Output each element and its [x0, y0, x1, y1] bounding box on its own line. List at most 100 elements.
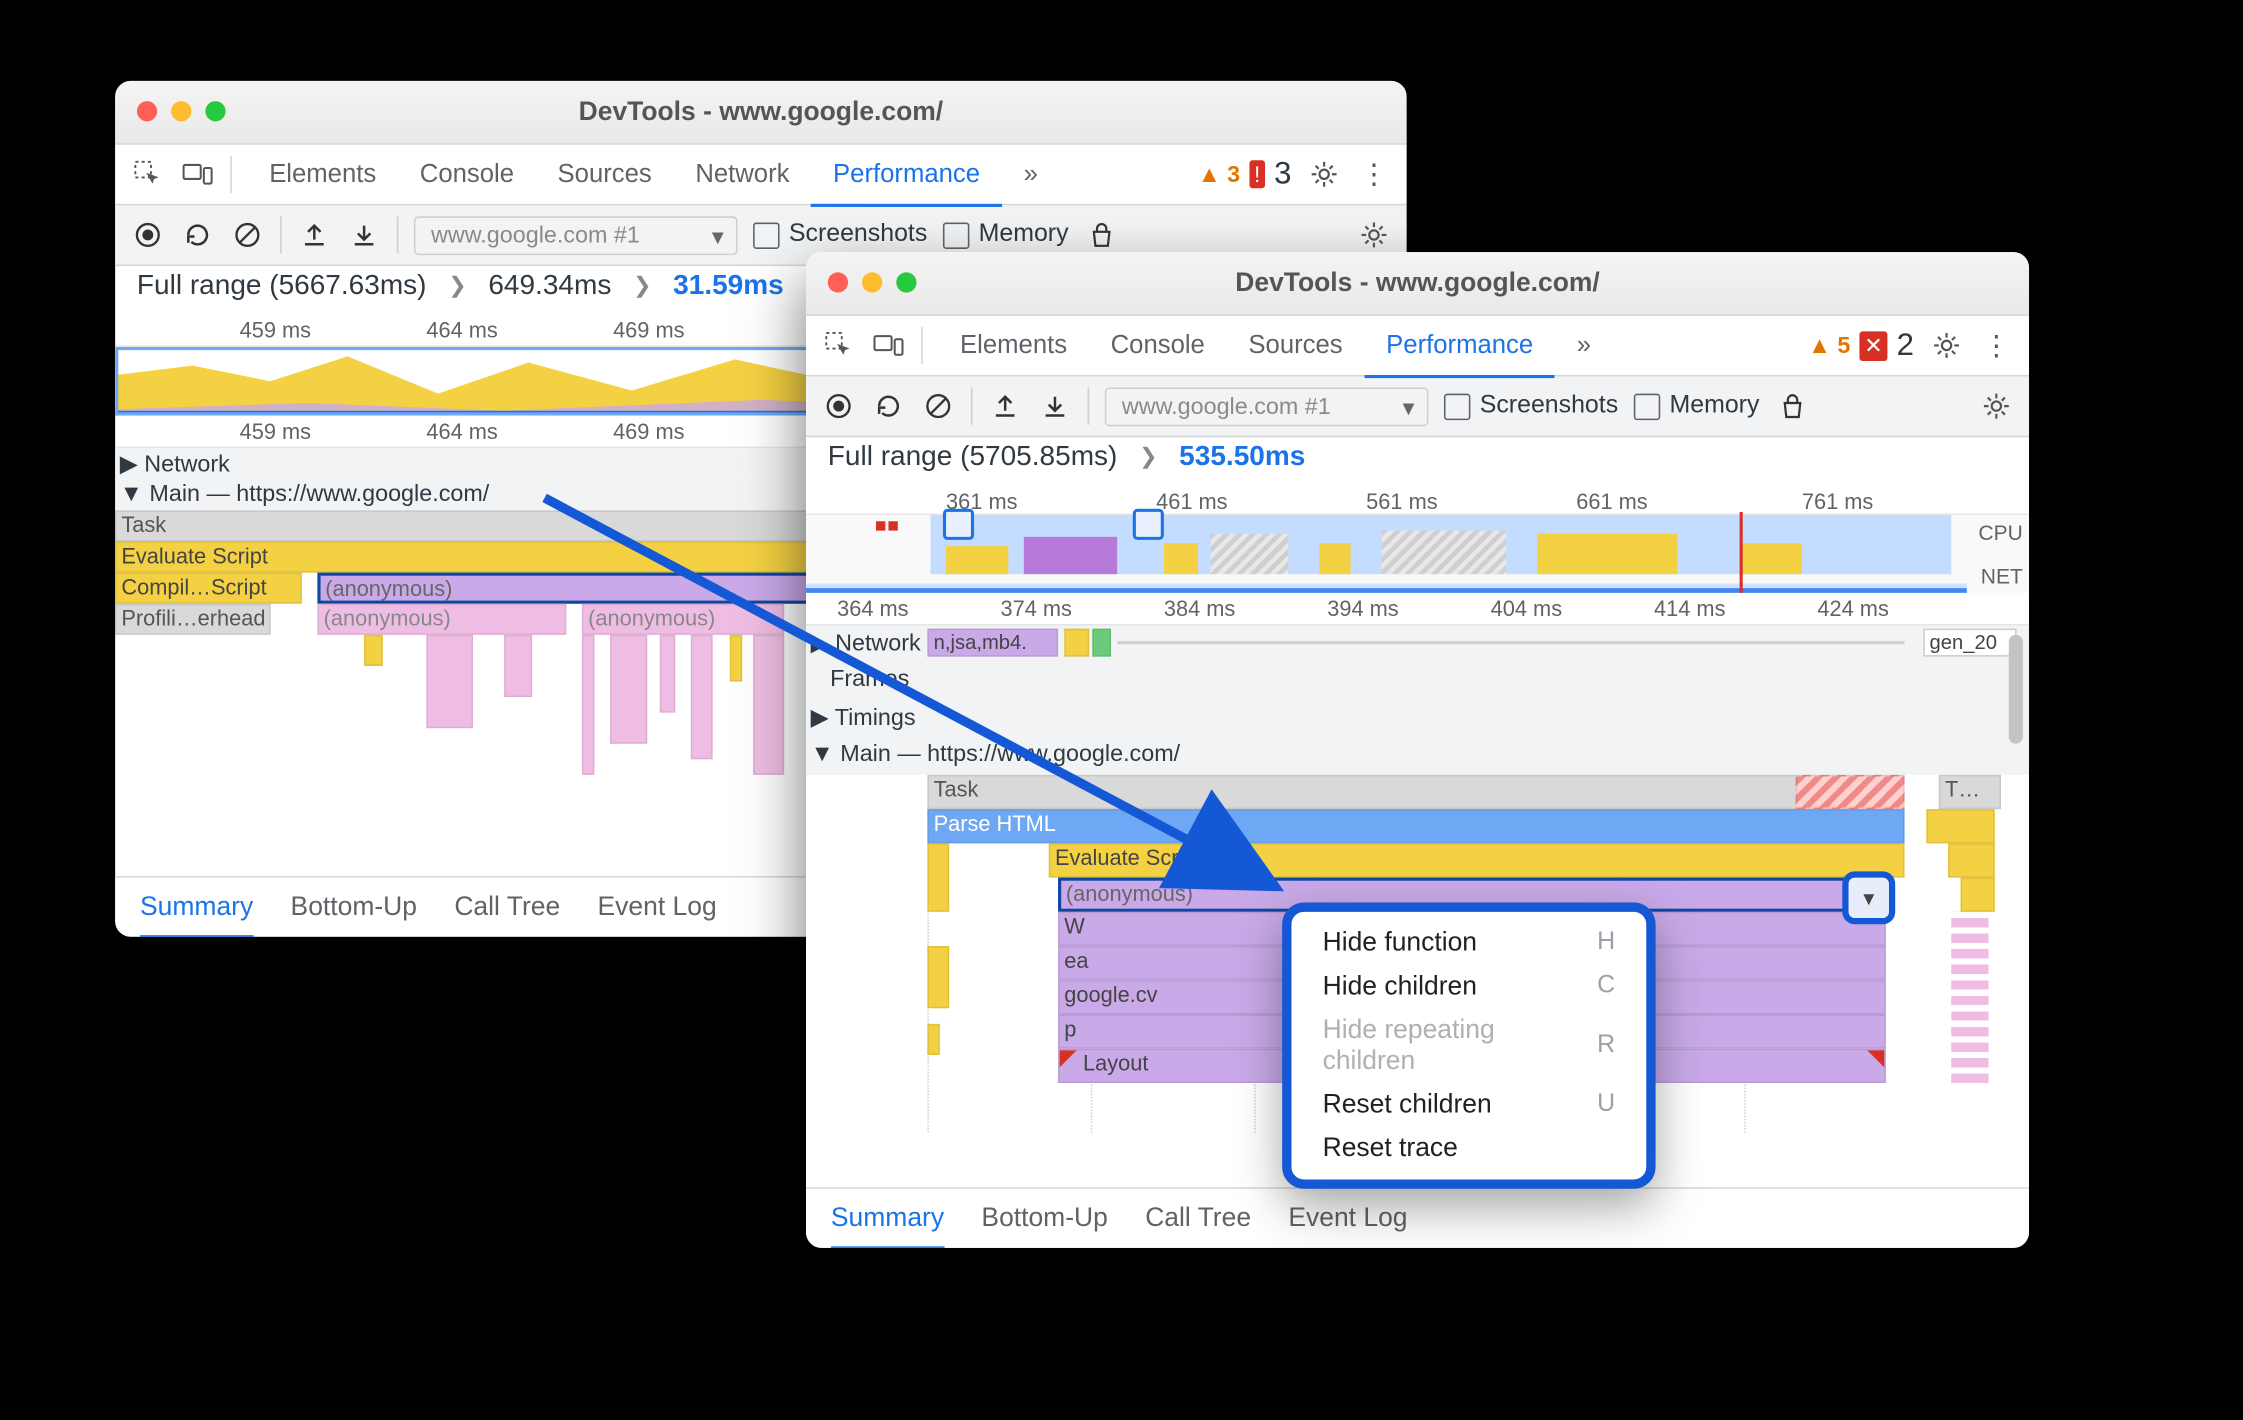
tab-bottomup[interactable]: Bottom-Up	[291, 892, 417, 923]
tab-eventlog[interactable]: Event Log	[1288, 1203, 1407, 1234]
crumb-full[interactable]: Full range (5667.63ms)	[137, 269, 427, 302]
flame-row-menu-button[interactable]: ▾	[1842, 871, 1895, 924]
track-main[interactable]: ▼ Main — https://www.google.com/	[120, 481, 489, 507]
kebab-icon[interactable]: ⋮	[1979, 328, 2013, 362]
tab-summary[interactable]: Summary	[831, 1202, 944, 1248]
recording-select[interactable]: www.google.com #1	[1105, 387, 1429, 426]
tab-console[interactable]: Console	[1089, 316, 1227, 375]
titlebar: DevTools - www.google.com/	[806, 252, 2029, 316]
traffic-lights	[137, 101, 226, 121]
cpu-overview[interactable]: CPU NET	[806, 515, 2029, 593]
chevron-right-icon: ❯	[633, 272, 651, 298]
scrollbar-thumb[interactable]	[2009, 635, 2023, 744]
clear-icon[interactable]	[921, 389, 955, 423]
menu-reset-trace[interactable]: Reset trace	[1298, 1127, 1640, 1171]
flame-task: Task	[927, 775, 1904, 809]
crumb-mid[interactable]: 649.34ms	[488, 269, 611, 302]
gear-icon[interactable]	[1307, 157, 1341, 191]
tab-summary[interactable]: Summary	[140, 891, 253, 937]
zoom-dot[interactable]	[896, 272, 916, 292]
flame-prof: Profili…erhead	[115, 604, 271, 635]
min-dot[interactable]	[171, 101, 191, 121]
tab-bottomup[interactable]: Bottom-Up	[981, 1203, 1107, 1234]
flame-anon: (anonymous)	[317, 604, 566, 635]
tab-calltree[interactable]: Call Tree	[1145, 1203, 1251, 1234]
details-tabs: Summary Bottom-Up Call Tree Event Log	[806, 1187, 2029, 1248]
tab-elements[interactable]: Elements	[247, 145, 398, 204]
traffic-lights	[828, 272, 917, 292]
tab-network[interactable]: Network	[674, 145, 812, 204]
tab-performance[interactable]: Performance	[1364, 315, 1555, 377]
close-dot[interactable]	[137, 101, 157, 121]
recording-select[interactable]: www.google.com #1	[414, 216, 738, 255]
record-icon[interactable]	[131, 218, 165, 252]
overview-handle-right[interactable]	[1133, 509, 1164, 540]
flame-eval: Evaluate Script	[1049, 843, 1905, 877]
record-icon[interactable]	[822, 389, 856, 423]
flame-compile: Compil…Script	[115, 573, 302, 604]
gc-icon[interactable]	[1084, 218, 1118, 252]
tab-performance[interactable]: Performance	[811, 144, 1002, 206]
gear-icon[interactable]	[1357, 218, 1391, 252]
kebab-icon[interactable]: ⋮	[1357, 157, 1391, 191]
track-frames[interactable]: Frames	[811, 666, 910, 692]
issue-counts[interactable]: ▲5 ✕2	[1808, 328, 1914, 364]
upload-icon[interactable]	[988, 389, 1022, 423]
device-icon[interactable]	[180, 157, 214, 191]
min-dot[interactable]	[862, 272, 882, 292]
chevron-right-icon: ❯	[1139, 443, 1157, 469]
flame-anon: (anonymous)	[582, 604, 784, 635]
memory-checkbox[interactable]: Memory	[1634, 392, 1760, 420]
inspect-icon[interactable]	[822, 328, 856, 362]
upload-icon[interactable]	[297, 218, 331, 252]
screenshots-checkbox[interactable]: Screenshots	[1444, 392, 1618, 420]
tab-calltree[interactable]: Call Tree	[454, 892, 560, 923]
tab-eventlog[interactable]: Event Log	[598, 892, 717, 923]
cpu-label: CPU	[1978, 521, 2022, 544]
net-item: n,jsa,mb4.	[927, 629, 1058, 657]
titlebar: DevTools - www.google.com/	[115, 81, 1406, 145]
menu-hide-children[interactable]: Hide childrenC	[1298, 965, 1640, 1009]
menu-hide-function[interactable]: Hide functionH	[1298, 921, 1640, 965]
download-icon[interactable]	[347, 218, 381, 252]
crumb-current: 31.59ms	[673, 269, 784, 302]
gear-icon[interactable]	[1929, 328, 1963, 362]
issue-counts[interactable]: ▲3 !3	[1198, 156, 1292, 192]
download-icon[interactable]	[1038, 389, 1072, 423]
clear-icon[interactable]	[230, 218, 264, 252]
flame-context-menu: Hide functionH Hide childrenC Hide repea…	[1282, 902, 1655, 1188]
track-main[interactable]: ▼ Main — https://www.google.com/	[811, 741, 1180, 767]
inspect-icon[interactable]	[131, 157, 165, 191]
track-network[interactable]: ▶ Network n,jsa,mb4. gen_20	[806, 626, 2029, 663]
tab-elements[interactable]: Elements	[938, 316, 1089, 375]
reload-icon[interactable]	[871, 389, 905, 423]
tab-sources[interactable]: Sources	[1227, 316, 1365, 375]
gc-icon[interactable]	[1775, 389, 1809, 423]
tab-console[interactable]: Console	[398, 145, 536, 204]
flame-ruler: 364 ms 374 ms 384 ms 394 ms 404 ms 414 m…	[806, 593, 2029, 626]
reload-icon[interactable]	[180, 218, 214, 252]
tab-overflow[interactable]: »	[1555, 316, 1613, 375]
zoom-dot[interactable]	[205, 101, 225, 121]
close-dot[interactable]	[828, 272, 848, 292]
perf-toolbar: www.google.com #1 Screenshots Memory	[806, 377, 2029, 438]
tab-overflow[interactable]: »	[1002, 145, 1060, 204]
gear-icon[interactable]	[1979, 389, 2013, 423]
tab-sources[interactable]: Sources	[536, 145, 674, 204]
device-icon[interactable]	[871, 328, 905, 362]
net-label: NET	[1981, 565, 2023, 588]
memory-checkbox[interactable]: Memory	[943, 221, 1069, 249]
net-item: gen_20	[1923, 629, 2016, 657]
breadcrumb: Full range (5705.85ms) ❯ 535.50ms	[806, 437, 2029, 485]
chevron-right-icon: ❯	[448, 272, 466, 298]
crumb-current: 535.50ms	[1179, 440, 1305, 473]
crumb-full[interactable]: Full range (5705.85ms)	[828, 440, 1118, 473]
screenshots-checkbox[interactable]: Screenshots	[753, 221, 927, 249]
menu-hide-repeating: Hide repeating childrenR	[1298, 1008, 1640, 1083]
overview-handle-left[interactable]	[943, 509, 974, 540]
panel-tabs: Elements Console Sources Performance » ▲…	[806, 316, 2029, 377]
menu-reset-children[interactable]: Reset childrenU	[1298, 1083, 1640, 1127]
track-timings[interactable]: ▶ Timings	[811, 703, 916, 731]
track-network[interactable]: ▶ Network	[120, 450, 230, 478]
devtools-window-2: DevTools - www.google.com/ Elements Cons…	[806, 252, 2029, 1248]
